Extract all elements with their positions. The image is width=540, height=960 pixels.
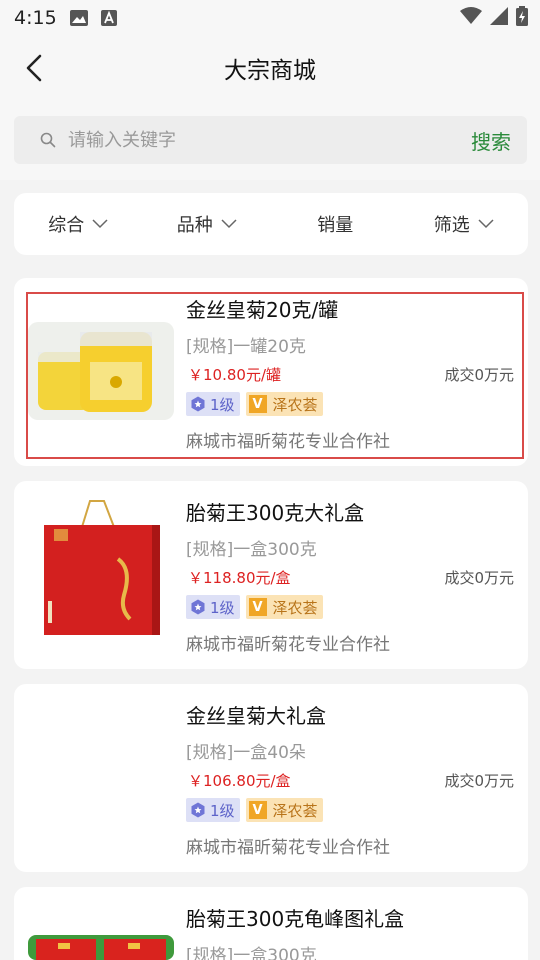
image-icon (69, 9, 89, 27)
hexagon-star-icon (191, 396, 205, 412)
product-title: 金丝皇菊20克/罐 (186, 298, 339, 322)
product-card[interactable]: 金丝皇菊20克/罐 [规格]一罐20克 ￥10.80元/罐 成交0万元 1级 V… (14, 278, 528, 466)
search-button[interactable]: 搜索 (471, 126, 511, 155)
search-icon (40, 132, 56, 148)
level-badge: 1级 (186, 595, 240, 619)
product-badges: 1级 V 泽农荟 (186, 595, 323, 619)
brand-text: 泽农荟 (272, 598, 318, 617)
brand-badge: V 泽农荟 (245, 595, 323, 619)
status-time: 4:15 (14, 7, 57, 29)
product-spec: [规格]一盒40朵 (186, 743, 306, 763)
filter-label: 综合 (48, 215, 85, 236)
product-title: 胎菊王300克龟峰图礼盒 (186, 907, 405, 931)
signal-icon (490, 7, 508, 29)
product-image (28, 935, 174, 960)
page-title: 大宗商城 (224, 58, 316, 84)
search-input[interactable] (68, 120, 428, 160)
hexagon-star-icon (191, 802, 205, 818)
chevron-left-icon (26, 54, 42, 82)
brand-text: 泽农荟 (272, 395, 318, 414)
product-seller: 麻城市福昕菊花专业合作社 (186, 635, 390, 655)
product-spec: [规格]一罐20克 (186, 337, 306, 357)
product-card[interactable]: 胎菊王300克龟峰图礼盒 [规格]一盒300克 (14, 887, 528, 960)
header: 大宗商城 (0, 36, 540, 100)
search-section: 搜索 (0, 100, 540, 180)
product-sales: 成交0万元 (444, 772, 514, 790)
filter-label: 销量 (317, 215, 354, 236)
battery-icon (516, 6, 528, 30)
status-bar: 4:15 (0, 0, 540, 36)
product-seller: 麻城市福昕菊花专业合作社 (186, 432, 390, 452)
hexagon-star-icon (191, 599, 205, 615)
brand-badge: V 泽农荟 (245, 392, 323, 416)
product-spec: [规格]一盒300克 (186, 946, 317, 960)
product-card[interactable]: 胎菊王300克大礼盒 [规格]一盒300克 ￥118.80元/盒 成交0万元 1… (14, 481, 528, 669)
product-title: 金丝皇菊大礼盒 (186, 704, 326, 728)
product-spec: [规格]一盒300克 (186, 540, 317, 560)
brand-text: 泽农荟 (272, 801, 318, 820)
product-card[interactable]: 金丝皇菊大礼盒 [规格]一盒40朵 ￥106.80元/盒 成交0万元 1级 V … (14, 684, 528, 872)
product-price: ￥118.80元/盒 (188, 569, 291, 587)
product-seller: 麻城市福昕菊花专业合作社 (186, 838, 390, 858)
product-title: 胎菊王300克大礼盒 (186, 501, 365, 525)
filter-sales[interactable]: 销量 (271, 211, 400, 237)
product-price: ￥10.80元/罐 (188, 366, 281, 384)
filter-variety[interactable]: 品种 (143, 211, 272, 237)
brand-badge: V 泽农荟 (245, 798, 323, 822)
filter-bar: 综合 品种 销量 筛选 (14, 193, 528, 255)
chevron-down-icon (221, 219, 237, 229)
filter-label: 筛选 (433, 215, 470, 236)
chevron-down-icon (92, 219, 108, 229)
product-image (40, 499, 166, 639)
product-price: ￥106.80元/盒 (188, 772, 291, 790)
v-icon: V (248, 395, 267, 413)
product-badges: 1级 V 泽农荟 (186, 392, 323, 416)
v-icon: V (248, 598, 267, 616)
back-button[interactable] (20, 54, 48, 82)
level-badge: 1级 (186, 798, 240, 822)
product-image (28, 322, 174, 420)
product-badges: 1级 V 泽农荟 (186, 798, 323, 822)
level-badge: 1级 (186, 392, 240, 416)
level-text: 1级 (210, 598, 235, 617)
wifi-icon (460, 7, 482, 29)
product-image (28, 714, 174, 854)
level-text: 1级 (210, 801, 235, 820)
product-sales: 成交0万元 (444, 366, 514, 384)
search-box: 搜索 (14, 116, 527, 164)
level-text: 1级 (210, 395, 235, 414)
product-sales: 成交0万元 (444, 569, 514, 587)
text-app-icon (100, 9, 117, 27)
filter-label: 品种 (176, 215, 213, 236)
chevron-down-icon (478, 219, 494, 229)
filter-comprehensive[interactable]: 综合 (14, 211, 143, 237)
v-icon: V (248, 801, 267, 819)
filter-screen[interactable]: 筛选 (400, 211, 529, 237)
